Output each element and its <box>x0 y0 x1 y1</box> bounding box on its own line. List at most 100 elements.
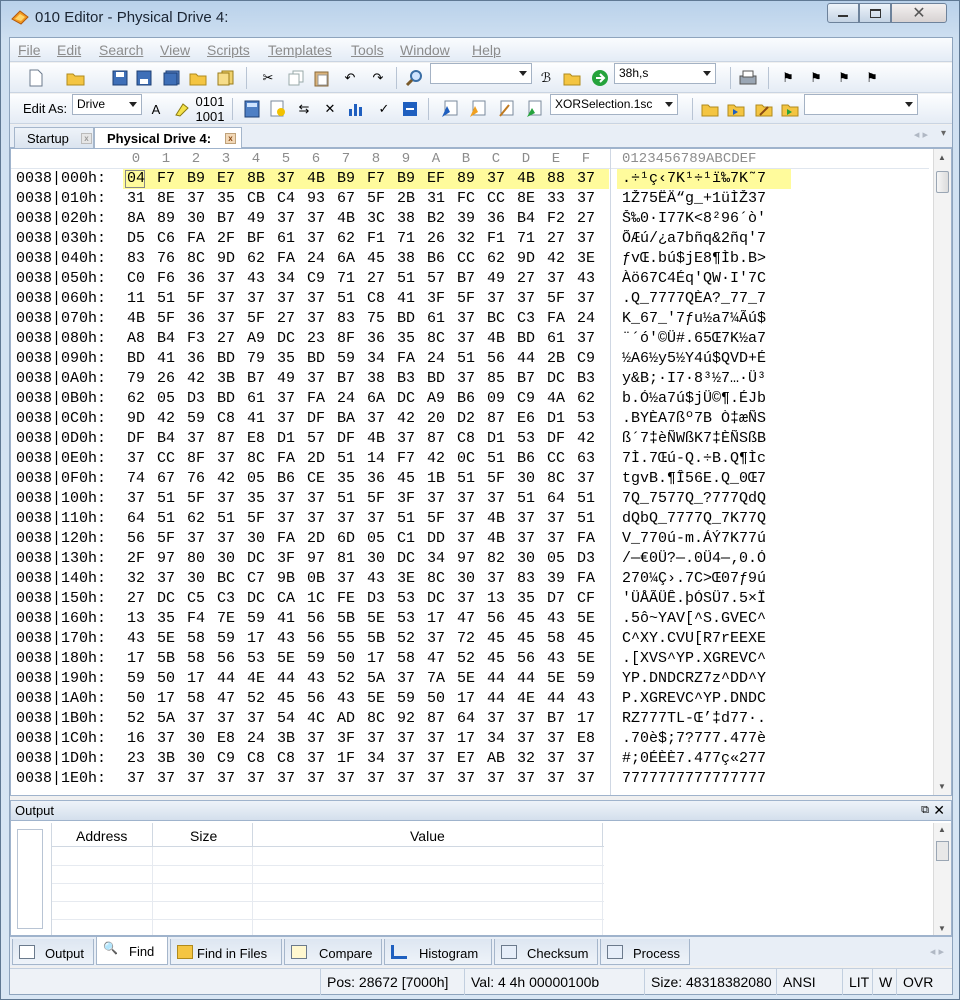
hex-byte[interactable]: 37 <box>277 170 295 187</box>
hex-byte[interactable]: 2D <box>307 530 325 547</box>
ascii-text[interactable]: Š‰0·I77K<8²96´ò' <box>622 210 790 227</box>
hex-byte[interactable]: 8A <box>127 210 145 227</box>
cut-icon[interactable]: ✂ <box>258 68 278 88</box>
hex-byte[interactable]: 37 <box>517 530 535 547</box>
ascii-text[interactable]: dQbQ_7777Q_7K77Q <box>622 510 790 527</box>
ascii-text[interactable]: 7Q_7577Q_?777QdQ <box>622 490 790 507</box>
hex-byte[interactable]: 44 <box>547 690 565 707</box>
hex-byte[interactable]: 37 <box>307 370 325 387</box>
float-panel-icon[interactable]: ⧉ <box>921 804 929 817</box>
hex-byte[interactable]: 51 <box>157 510 175 527</box>
hex-byte[interactable]: D1 <box>277 430 295 447</box>
hex-byte[interactable]: 6D <box>337 530 355 547</box>
hex-byte[interactable]: F7 <box>397 450 415 467</box>
hex-byte[interactable]: 41 <box>247 410 265 427</box>
hex-byte[interactable]: 37 <box>547 510 565 527</box>
hex-byte[interactable]: 8F <box>187 450 205 467</box>
hex-byte[interactable]: BD <box>217 390 235 407</box>
hex-row[interactable]: 0038|0E0h: 37 CC 8F 37 8C FA 2D 51 14 F7 42 0C 51 B6 CC… <box>11 449 929 469</box>
ascii-text[interactable]: 7777777777777777 <box>622 770 790 787</box>
hex-byte[interactable]: 37 <box>577 190 595 207</box>
hex-byte[interactable]: 0C <box>457 450 475 467</box>
hex-row[interactable]: 0038|070h: 4B 5F 36 37 5F 27 37 83 75 BD 61 37 BC C3 FA… <box>11 309 929 329</box>
hex-byte[interactable]: 3C <box>367 210 385 227</box>
hex-byte[interactable]: 59 <box>217 630 235 647</box>
hex-byte[interactable]: C8 <box>457 430 475 447</box>
hex-byte[interactable]: FA <box>577 570 595 587</box>
hex-byte[interactable]: 37 <box>397 670 415 687</box>
hex-byte[interactable]: 4C <box>307 710 325 727</box>
hex-byte[interactable]: BC <box>487 310 505 327</box>
hex-byte[interactable]: 59 <box>127 670 145 687</box>
hex-byte[interactable]: 23 <box>307 330 325 347</box>
hex-byte[interactable]: 71 <box>337 270 355 287</box>
hex-row[interactable]: 0038|130h: 2F 97 80 30 DC 3F 97 81 30 DC 34 97 82 30 05… <box>11 549 929 569</box>
hex-byte[interactable]: 53 <box>577 410 595 427</box>
hex-byte[interactable]: 37 <box>127 450 145 467</box>
hex-byte[interactable]: D1 <box>547 410 565 427</box>
hex-byte[interactable]: 45 <box>487 650 505 667</box>
hex-byte[interactable]: 20 <box>427 410 445 427</box>
hex-byte[interactable]: BD <box>307 350 325 367</box>
hex-byte[interactable]: DC <box>397 390 415 407</box>
hex-byte[interactable]: A9 <box>427 390 445 407</box>
hex-byte[interactable]: 37 <box>307 210 325 227</box>
btab-scroll-icon[interactable]: ◂ ▸ <box>930 945 944 958</box>
hex-byte[interactable]: 17 <box>577 710 595 727</box>
hex-byte[interactable]: 37 <box>277 410 295 427</box>
hex-byte[interactable]: D2 <box>457 410 475 427</box>
hex-byte[interactable]: 04 <box>127 170 145 187</box>
hex-byte[interactable]: 34 <box>427 550 445 567</box>
hex-byte[interactable]: 35 <box>397 330 415 347</box>
hex-byte[interactable]: 24 <box>337 390 355 407</box>
hex-byte[interactable]: 67 <box>337 190 355 207</box>
tab-physical-drive[interactable]: Physical Drive 4: x <box>94 127 242 149</box>
hex-byte[interactable]: 37 <box>457 510 475 527</box>
hex-byte[interactable]: 44 <box>517 670 535 687</box>
hex-byte[interactable]: FA <box>547 310 565 327</box>
hex-byte[interactable]: 64 <box>547 490 565 507</box>
hex-byte[interactable]: CC <box>457 250 475 267</box>
ascii-text[interactable]: K_67_'7ƒu½a7¼Ãú$ <box>622 310 790 327</box>
hex-byte[interactable]: 32 <box>127 570 145 587</box>
hex-byte[interactable]: 47 <box>217 690 235 707</box>
hex-byte[interactable]: C8 <box>217 410 235 427</box>
hex-byte[interactable]: 37 <box>487 170 505 187</box>
ascii-text[interactable]: YP.DNDCRZ7z^DD^Y <box>622 670 790 687</box>
scroll-up-icon[interactable]: ▲ <box>938 153 946 162</box>
hex-byte[interactable]: 37 <box>157 730 175 747</box>
ascii-text[interactable]: .70è$;7?777.477è <box>622 730 790 747</box>
hex-byte[interactable]: 26 <box>427 230 445 247</box>
hex-byte[interactable]: C6 <box>157 230 175 247</box>
hex-byte[interactable]: D3 <box>577 550 595 567</box>
hex-byte[interactable]: E8 <box>577 730 595 747</box>
btab-find[interactable]: 🔍 Find <box>96 937 168 965</box>
hex-byte[interactable]: 41 <box>277 610 295 627</box>
hex-byte[interactable]: 37 <box>217 490 235 507</box>
hex-byte[interactable]: 37 <box>157 570 175 587</box>
hex-byte[interactable]: 39 <box>457 210 475 227</box>
compare-arrows-icon[interactable]: ⇆ <box>294 99 314 119</box>
hex-byte[interactable]: 17 <box>127 650 145 667</box>
hex-byte[interactable]: 62 <box>487 250 505 267</box>
hex-byte[interactable]: 13 <box>127 610 145 627</box>
hex-byte[interactable]: 50 <box>157 670 175 687</box>
hex-byte[interactable]: 37 <box>577 770 595 787</box>
status-ovr[interactable]: OVR <box>896 969 942 995</box>
find-icon[interactable] <box>404 68 424 88</box>
paste-icon[interactable] <box>312 68 332 88</box>
hex-byte[interactable]: 36 <box>187 350 205 367</box>
hex-byte[interactable]: D3 <box>367 590 385 607</box>
hex-byte[interactable]: 42 <box>157 410 175 427</box>
hex-byte[interactable]: 5F <box>247 310 265 327</box>
menu-templates[interactable]: Templates <box>268 42 332 58</box>
ascii-text[interactable]: 7Ì.7Œú-Q.÷B.Q¶Ìc <box>622 450 790 467</box>
hex-byte[interactable]: 51 <box>577 490 595 507</box>
hex-byte[interactable]: 37 <box>277 770 295 787</box>
hex-byte[interactable]: E8 <box>217 730 235 747</box>
hex-byte[interactable]: 5F <box>247 510 265 527</box>
hex-byte[interactable]: 4B <box>487 510 505 527</box>
status-lit[interactable]: LIT <box>842 969 872 995</box>
hex-byte[interactable]: F3 <box>187 330 205 347</box>
hex-byte[interactable]: 52 <box>397 630 415 647</box>
